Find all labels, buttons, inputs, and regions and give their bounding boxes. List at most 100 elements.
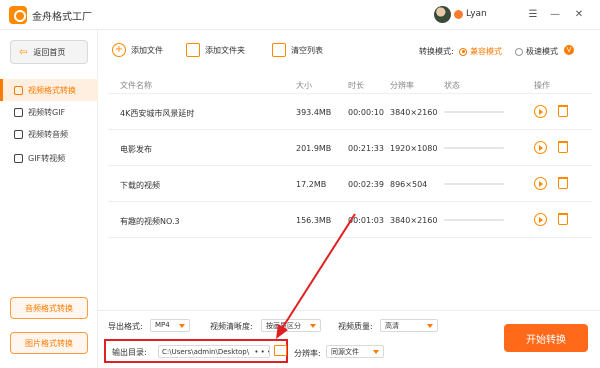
progress-bar (444, 219, 504, 221)
file-size-cell: 201.9MB (296, 144, 332, 153)
sidebar-item-video-convert[interactable]: 视频格式转换 (0, 79, 98, 101)
trash-icon[interactable] (558, 105, 568, 117)
resolution-label: 分辨率: (294, 349, 321, 358)
column-header-resolution: 分辨率 (390, 81, 414, 90)
file-resolution-cell: 896×504 (390, 180, 428, 189)
add-file-label: 添加文件 (131, 45, 163, 55)
sidebar-item-video-to-gif[interactable]: 视频转GIF (0, 101, 98, 123)
output-directory-highlight: 输出目录: C:\Users\admin\Desktop\ • • • (104, 339, 288, 363)
output-dir-label: 输出目录: (112, 348, 147, 357)
column-header-status: 状态 (444, 81, 460, 90)
progress-bar (444, 147, 504, 149)
table-row[interactable]: 下载的视频 17.2MB 00:02:39 896×504 (108, 166, 592, 202)
open-folder-icon[interactable] (274, 345, 287, 356)
export-format-label: 导出格式: (108, 322, 143, 331)
play-icon[interactable] (534, 141, 547, 154)
file-size-cell: 17.2MB (296, 180, 327, 189)
progress-bar (444, 183, 504, 185)
play-icon[interactable] (534, 213, 547, 226)
trash-icon[interactable] (558, 177, 568, 189)
sidebar: ⇦ 返回首页 视频格式转换 视频转GIF 视频转音频 GIF转视频 音频格式转换… (0, 30, 98, 368)
vip-badge-icon: V (564, 45, 574, 55)
title-bar: 金舟格式工厂 Lyan ☰ — ✕ (0, 0, 600, 30)
film-icon (14, 153, 23, 163)
close-icon[interactable]: ✕ (572, 7, 586, 21)
file-resolution-cell: 3840×2160 (390, 108, 438, 117)
quality-label: 视频质量: (338, 322, 373, 331)
back-home-button[interactable]: ⇦ 返回首页 (10, 40, 88, 64)
add-file-button[interactable]: + 添加文件 (112, 39, 163, 61)
table-header: 文件名称 大小 时长 分辨率 状态 操作 (108, 76, 592, 94)
file-resolution-cell: 3840×2160 (390, 216, 438, 225)
sidebar-item-label: 视频转音频 (28, 129, 68, 139)
sidebar-item-video-to-audio[interactable]: 视频转音频 (0, 123, 98, 145)
radio-dot (459, 47, 467, 56)
table-row[interactable]: 有趣的视频NO.3 156.3MB 00:01:03 3840×2160 (108, 202, 592, 238)
user-name[interactable]: Lyan (466, 9, 487, 19)
column-header-duration: 时长 (348, 81, 364, 90)
column-header-size: 大小 (296, 81, 312, 90)
add-folder-label: 添加文件夹 (205, 45, 245, 55)
file-duration-cell: 00:01:03 (348, 216, 384, 225)
file-size-cell: 393.4MB (296, 108, 332, 117)
toolbar: + 添加文件 添加文件夹 清空列表 转换模式: 兼容模式 极速模式 V (98, 30, 600, 70)
radio-label: 兼容模式 (470, 47, 502, 56)
gif-icon (14, 107, 23, 117)
add-folder-button[interactable]: 添加文件夹 (186, 39, 245, 61)
trash-icon[interactable] (558, 141, 568, 153)
start-convert-button[interactable]: 开始转换 (504, 324, 588, 352)
file-name-cell: 4K西安城市风景延时 (120, 109, 195, 118)
output-dir-path: C:\Users\admin\Desktop\ (162, 348, 250, 356)
file-duration-cell: 00:00:10 (348, 108, 384, 117)
radio-dot (515, 47, 523, 56)
column-header-name: 文件名称 (120, 81, 152, 90)
clarity-select[interactable]: 按画质区分 (261, 319, 321, 332)
audio-convert-button[interactable]: 音频格式转换 (10, 297, 88, 319)
output-dir-more-icon[interactable]: • • • (254, 348, 269, 356)
quality-select[interactable]: 高清 (380, 319, 438, 332)
back-arrow-icon: ⇦ (19, 46, 28, 58)
table-row[interactable]: 4K西安城市风景延时 393.4MB 00:00:10 3840×2160 (108, 94, 592, 130)
audio-icon (14, 129, 23, 139)
video-icon (14, 85, 23, 95)
vip-icon (454, 10, 463, 19)
output-settings-panel: 导出格式: MP4 视频清晰度: 按画质区分 视频质量: 高清 输出目录: C:… (98, 310, 600, 368)
radio-label: 极速模式 (526, 47, 558, 56)
resolution-select[interactable]: 同源文件 (326, 345, 384, 358)
trash-icon[interactable] (558, 213, 568, 225)
app-title: 金舟格式工厂 (32, 12, 92, 23)
progress-bar (444, 111, 504, 113)
sidebar-item-label: 视频转GIF (28, 107, 66, 117)
sidebar-item-label: 视频格式转换 (28, 85, 76, 95)
folder-icon (186, 43, 200, 57)
minimize-icon[interactable]: — (548, 7, 562, 21)
play-icon[interactable] (534, 177, 547, 190)
menu-icon[interactable]: ☰ (526, 7, 540, 21)
file-duration-cell: 00:21:33 (348, 144, 384, 153)
play-icon[interactable] (534, 105, 547, 118)
compatible-mode-radio[interactable]: 兼容模式 (459, 46, 502, 57)
image-convert-button[interactable]: 图片格式转换 (10, 332, 88, 354)
file-table: 文件名称 大小 时长 分辨率 状态 操作 4K西安城市风景延时 393.4MB 00… (108, 76, 592, 238)
column-header-action: 操作 (534, 81, 550, 90)
app-logo-icon (9, 6, 27, 24)
file-size-cell: 156.3MB (296, 216, 332, 225)
fast-mode-radio[interactable]: 极速模式 (515, 46, 558, 57)
clarity-label: 视频清晰度: (210, 322, 253, 331)
clear-list-label: 清空列表 (291, 45, 323, 55)
sidebar-item-gif-to-video[interactable]: GIF转视频 (0, 147, 98, 169)
file-name-cell: 有趣的视频NO.3 (120, 217, 180, 226)
user-avatar[interactable] (434, 6, 451, 23)
plus-icon: + (112, 43, 126, 57)
output-dir-field[interactable]: C:\Users\admin\Desktop\ • • • (158, 345, 270, 358)
file-name-cell: 下载的视频 (120, 181, 160, 190)
export-format-select[interactable]: MP4 (150, 319, 190, 332)
sidebar-item-label: GIF转视频 (28, 153, 66, 163)
table-row[interactable]: 电影发布 201.9MB 00:21:33 1920×1080 (108, 130, 592, 166)
file-name-cell: 电影发布 (120, 145, 152, 154)
file-duration-cell: 00:02:39 (348, 180, 384, 189)
clear-list-button[interactable]: 清空列表 (272, 39, 323, 61)
back-home-label: 返回首页 (33, 47, 66, 57)
clear-list-icon (272, 43, 286, 57)
file-resolution-cell: 1920×1080 (390, 144, 438, 153)
